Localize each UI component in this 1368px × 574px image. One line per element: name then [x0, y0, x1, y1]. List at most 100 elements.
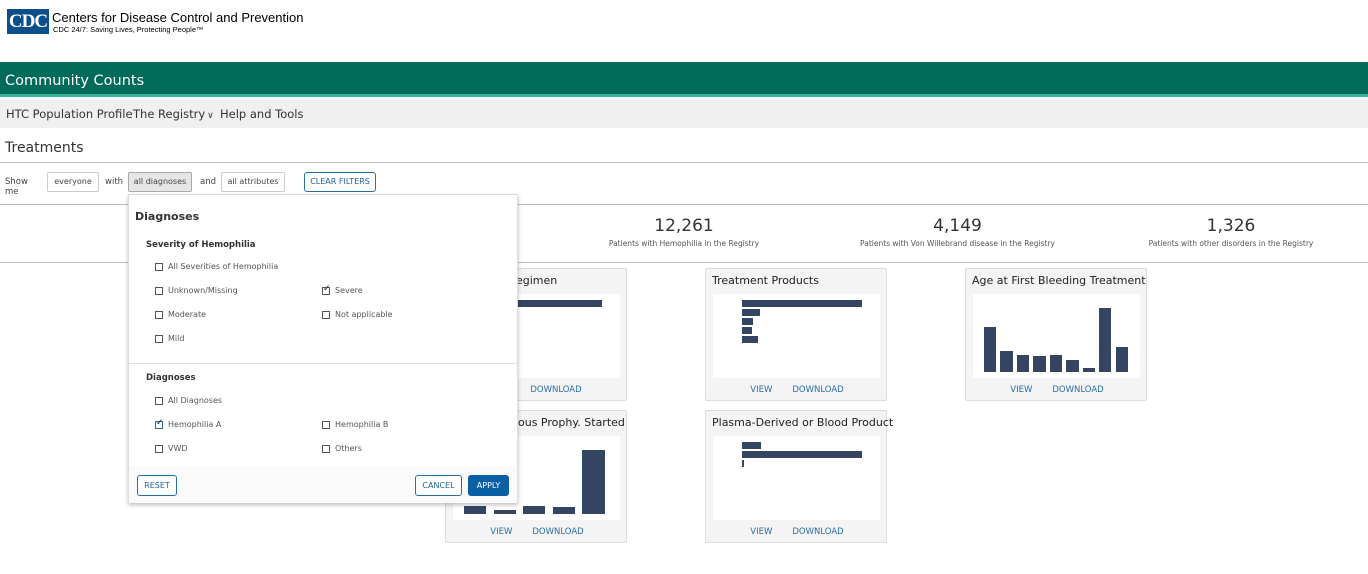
checkbox-checked[interactable]	[155, 418, 164, 429]
card-plasma-derived-blood-product: Plasma-Derived or Blood Product VIEW DOWN…	[705, 410, 893, 543]
download-link[interactable]: DOWNLOAD	[792, 527, 843, 537]
chart-bar	[742, 336, 758, 343]
nav-item-help-and-tools[interactable]: Help and Tools	[220, 107, 304, 121]
checkbox[interactable]	[155, 262, 163, 271]
nav-item-the-registry[interactable]: The Registry ∨	[133, 107, 214, 121]
download-link[interactable]: DOWNLOAD	[792, 385, 843, 395]
who-filter-button[interactable]: everyone	[47, 172, 99, 192]
attributes-filter-button[interactable]: all attributes	[221, 172, 285, 192]
option-label: VWD	[168, 444, 188, 453]
option-label: Mild	[168, 334, 185, 343]
option-hemophilia-b[interactable]: Hemophilia B	[322, 420, 388, 429]
option-label: All Diagnoses	[168, 396, 223, 405]
checkbox[interactable]	[155, 444, 163, 453]
option-vwd[interactable]: VWD	[155, 444, 188, 453]
option-all-diagnoses[interactable]: All Diagnoses	[155, 396, 222, 405]
checkbox-checked[interactable]	[322, 284, 331, 295]
card-treatment-products: Treatment Products VIEW DOWNLOAD	[705, 268, 887, 401]
download-link[interactable]: DOWNLOAD	[530, 385, 581, 395]
chart-bar	[742, 442, 762, 449]
checkbox[interactable]	[155, 286, 163, 295]
popover-title: Diagnoses	[135, 210, 200, 223]
chart-age-first-bleeding[interactable]	[973, 294, 1140, 378]
option-label: All Severities of Hemophilia	[168, 262, 279, 271]
option-hemophilia-a[interactable]: Hemophilia A	[155, 418, 221, 429]
severity-section-title: Severity of Hemophilia	[146, 240, 256, 250]
reset-button[interactable]: RESET	[137, 475, 177, 496]
chart-bar	[1115, 347, 1128, 372]
divider	[129, 363, 517, 364]
stat-label: Patients with Hemophilia in the Registry	[608, 239, 760, 248]
chart-bar	[582, 450, 605, 514]
chart-plasma-derived[interactable]	[713, 436, 880, 520]
chart-bar	[1033, 356, 1046, 372]
stat-value: 1,326	[1206, 216, 1256, 236]
diagnoses-section-title: Diagnoses	[146, 373, 196, 383]
card-title: egimen	[516, 274, 558, 287]
card-title: Plasma-Derived or Blood Product	[712, 416, 894, 429]
checkbox[interactable]	[322, 420, 330, 429]
chart-treatment-products[interactable]	[713, 294, 880, 378]
show-me-label: Show me	[5, 177, 28, 197]
divider	[0, 162, 1368, 163]
cdc-brand[interactable]: CDC Centers for Disease Control and Prev…	[7, 9, 303, 34]
option-moderate[interactable]: Moderate	[155, 310, 206, 319]
nav-label: Help and Tools	[220, 107, 304, 121]
option-label: Severe	[335, 286, 363, 295]
option-unknown-missing[interactable]: Unknown/Missing	[155, 286, 238, 295]
option-others[interactable]: Others	[322, 444, 362, 453]
card-title: Treatment Products	[712, 274, 819, 287]
chart-bar	[523, 506, 546, 514]
checkbox[interactable]	[155, 334, 163, 343]
chart-bar	[742, 451, 862, 458]
page-title: Treatments	[5, 140, 84, 156]
chart-bar	[742, 460, 745, 467]
option-all-severities[interactable]: All Severities of Hemophilia	[155, 262, 278, 271]
download-link[interactable]: DOWNLOAD	[532, 527, 583, 537]
option-label: Hemophilia B	[335, 420, 389, 429]
view-link[interactable]: VIEW	[1010, 385, 1032, 395]
stat-value: 4,149	[933, 216, 982, 236]
popover-footer: RESET CANCEL APPLY	[129, 466, 517, 503]
checkbox[interactable]	[322, 310, 330, 319]
chart-bar	[742, 318, 753, 325]
card-title: ous Prophy. Started	[518, 416, 625, 429]
download-link[interactable]: DOWNLOAD	[1052, 385, 1103, 395]
clear-filters-button[interactable]: CLEAR FILTERS	[304, 172, 376, 192]
chart-bar	[1016, 355, 1030, 372]
stat-hemophilia: 12,261 Patients with Hemophilia in the R…	[590, 216, 778, 248]
and-label: and	[200, 177, 216, 187]
nav-label: The Registry	[133, 107, 206, 121]
checkbox[interactable]	[322, 444, 330, 453]
cdc-logo: CDC	[7, 9, 49, 34]
view-link[interactable]: VIEW	[750, 385, 772, 395]
with-label: with	[105, 177, 124, 187]
view-link[interactable]: VIEW	[490, 527, 512, 537]
stat-vwd: 4,149 Patients with Von Willebrand disea…	[850, 216, 1065, 248]
option-label: Unknown/Missing	[168, 286, 238, 295]
option-mild[interactable]: Mild	[155, 334, 184, 343]
checkbox[interactable]	[155, 396, 163, 405]
option-severe[interactable]: Severe	[322, 284, 363, 295]
cancel-button[interactable]: CANCEL	[415, 475, 462, 496]
apply-button[interactable]: APPLY	[468, 475, 509, 496]
chart-bar	[984, 327, 997, 372]
card-age-first-bleeding-treatment: Age at First Bleeding Treatment VIEW DOWN…	[965, 268, 1147, 401]
chart-bar	[493, 510, 516, 514]
diagnoses-popover: Diagnoses Severity of Hemophilia All Sev…	[128, 194, 518, 503]
view-link[interactable]: VIEW	[750, 527, 772, 537]
chevron-down-icon: ∨	[207, 111, 214, 121]
diagnoses-filter-button[interactable]: all diagnoses	[128, 172, 192, 192]
app-bar: Community Counts	[0, 62, 1368, 97]
brand-title: Centers for Disease Control and Preventi…	[52, 9, 304, 25]
chart-bar	[742, 300, 862, 307]
checkbox[interactable]	[155, 310, 163, 319]
main-nav: HTC Population Profile The Registry ∨ Hel…	[0, 100, 1368, 128]
chart-bar	[742, 309, 760, 316]
chart-bar	[1000, 351, 1013, 372]
app-title[interactable]: Community Counts	[5, 73, 144, 89]
option-not-applicable[interactable]: Not applicable	[322, 310, 393, 319]
nav-label: HTC Population Profile	[6, 107, 133, 121]
stat-other-disorders: 1,326 Patients with other disorders in t…	[1140, 216, 1322, 248]
nav-item-htc-population-profile[interactable]: HTC Population Profile	[6, 107, 133, 121]
